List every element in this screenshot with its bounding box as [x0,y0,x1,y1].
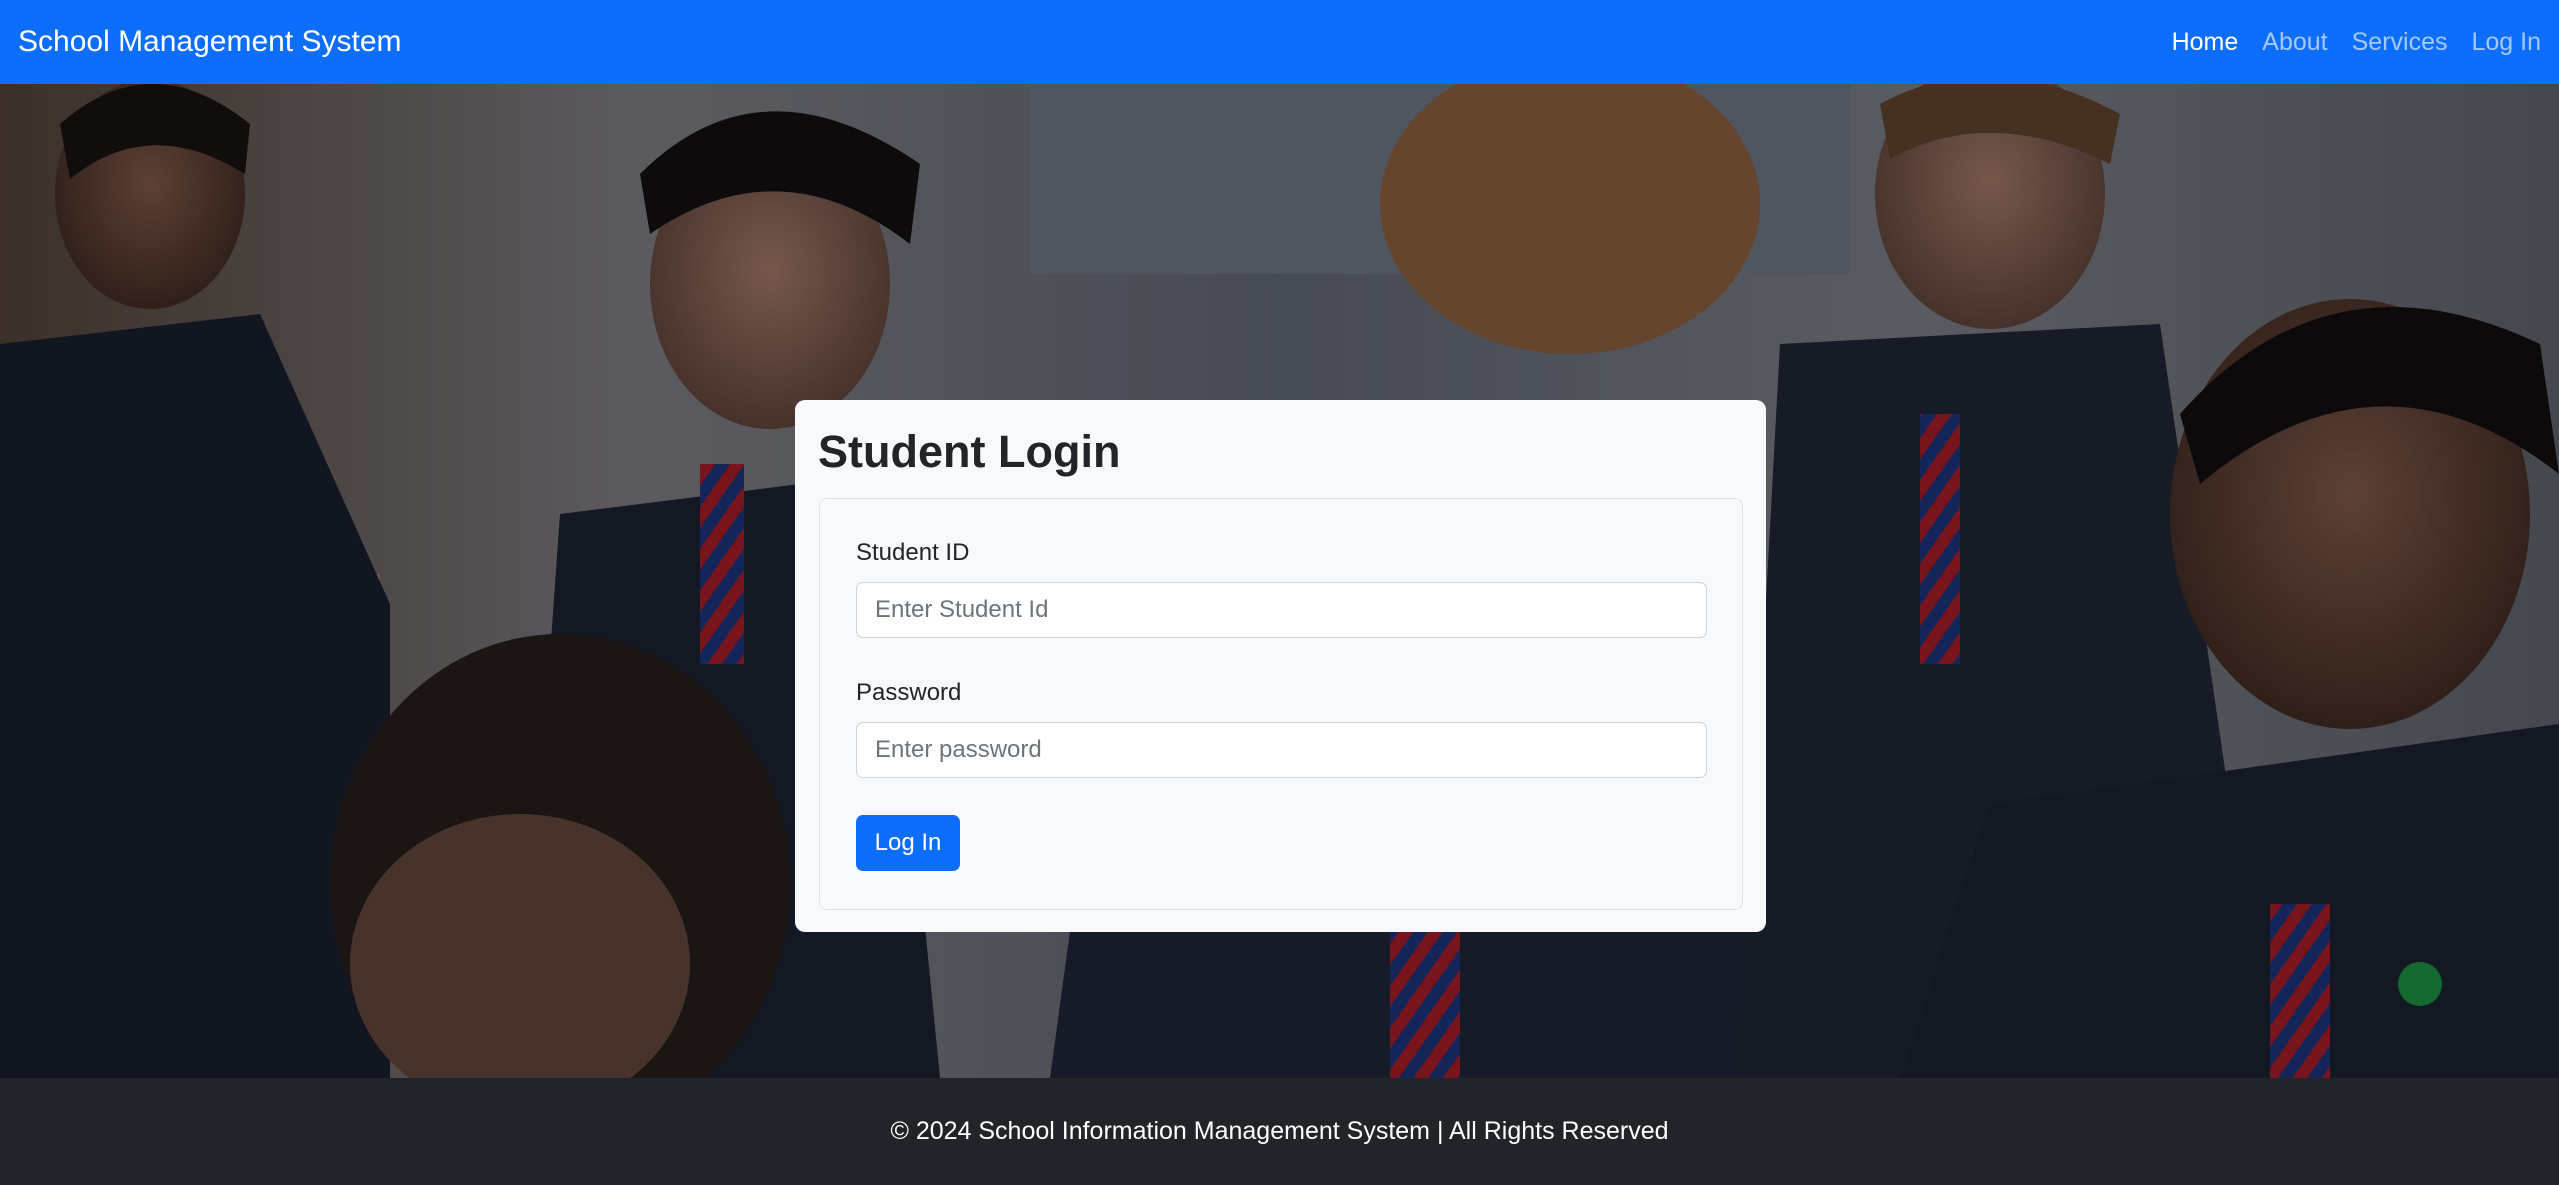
nav-link-about[interactable]: About [2262,28,2327,57]
password-input[interactable] [856,722,1707,778]
password-label: Password [856,679,962,706]
nav-link-login[interactable]: Log In [2471,28,2541,57]
login-button[interactable]: Log In [856,815,960,871]
login-title: Student Login [818,426,1121,477]
login-card: Student Login Student ID Password Log In [795,400,1766,932]
footer-copyright: © 2024 School Information Management Sys… [890,1117,1669,1145]
navbar: School Management System Home About Serv… [0,0,2559,84]
student-id-input[interactable] [856,582,1707,638]
student-id-label: Student ID [856,539,970,566]
brand-title[interactable]: School Management System [18,27,402,57]
footer: © 2024 School Information Management Sys… [0,1078,2559,1185]
login-form: Student ID Password Log In [819,498,1743,910]
nav-links: Home About Services Log In [2148,28,2541,57]
nav-link-home[interactable]: Home [2172,28,2239,57]
nav-link-services[interactable]: Services [2352,28,2448,57]
hero-background: Student Login Student ID Password Log In [0,84,2559,1078]
